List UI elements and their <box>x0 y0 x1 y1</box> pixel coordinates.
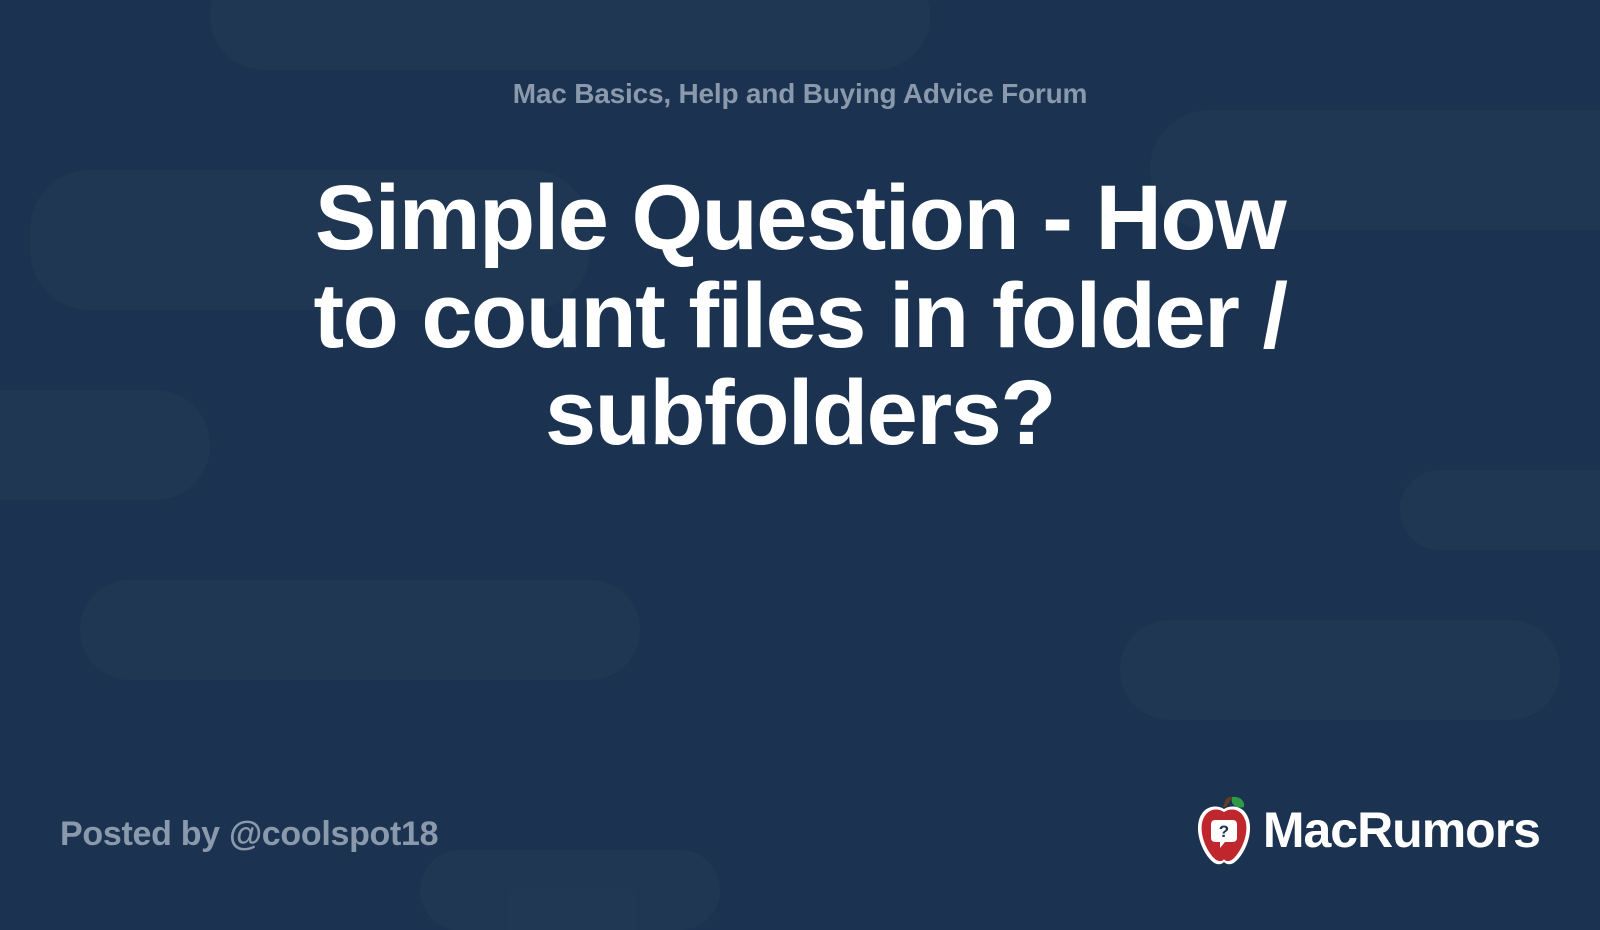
site-logo: ? MacRumors <box>1193 794 1540 866</box>
bg-bubble <box>1120 620 1560 720</box>
site-name: MacRumors <box>1263 801 1540 859</box>
bg-bubble <box>1400 470 1600 550</box>
bg-bubble <box>420 850 720 930</box>
forum-name: Mac Basics, Help and Buying Advice Forum <box>0 78 1600 110</box>
author-handle: @coolspot18 <box>229 815 438 853</box>
posted-by-line: Posted by @coolspot18 <box>60 815 438 854</box>
svg-text:?: ? <box>1219 822 1229 841</box>
bg-bubble <box>210 0 930 70</box>
thread-title: Simple Question - How to count files in … <box>270 170 1330 463</box>
apple-question-icon: ? <box>1193 794 1255 866</box>
bg-bubble <box>0 390 210 500</box>
bg-bubble <box>80 580 640 680</box>
posted-by-prefix: Posted by <box>60 815 229 853</box>
